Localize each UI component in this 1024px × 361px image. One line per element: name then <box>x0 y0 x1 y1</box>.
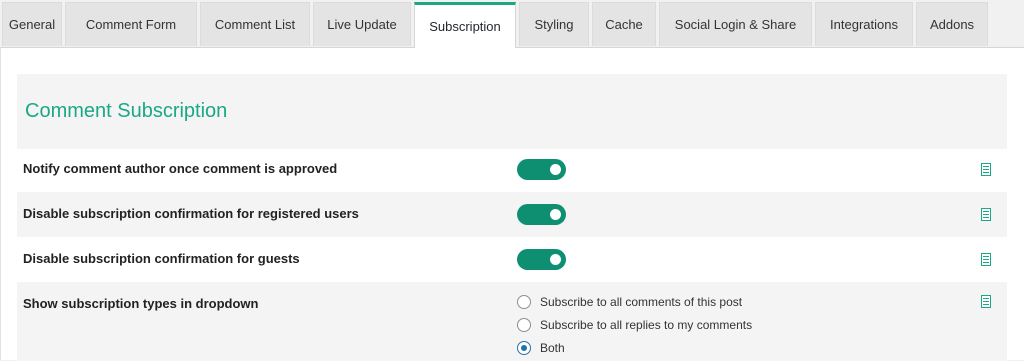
radio-option-both[interactable]: Both <box>517 338 817 358</box>
notify-author-toggle[interactable] <box>517 159 566 180</box>
radio-option-replies[interactable]: Subscribe to all replies to my comments <box>517 315 817 335</box>
setting-label: Disable subscription confirmation for re… <box>23 206 359 221</box>
radio-label: Subscribe to all comments of this post <box>540 295 743 309</box>
doc-icon[interactable] <box>981 163 991 176</box>
tab-addons[interactable]: Addons <box>916 2 988 46</box>
setting-row-notify-author: Notify comment author once comment is ap… <box>17 147 1007 192</box>
setting-label: Disable subscription confirmation for gu… <box>23 251 300 266</box>
tab-social-login-share[interactable]: Social Login & Share <box>659 2 812 46</box>
section-header: Comment Subscription <box>17 74 1007 149</box>
settings-panel: Comment Subscription Notify comment auth… <box>0 47 1024 361</box>
radio-option-all-comments[interactable]: Subscribe to all comments of this post <box>517 292 817 312</box>
radio-button[interactable] <box>517 295 531 309</box>
setting-row-disable-confirm-registered: Disable subscription confirmation for re… <box>17 192 1007 237</box>
tab-cache[interactable]: Cache <box>592 2 656 46</box>
tab-comment-form[interactable]: Comment Form <box>65 2 197 46</box>
tab-live-update[interactable]: Live Update <box>313 2 411 46</box>
disable-confirm-guests-toggle[interactable] <box>517 249 566 270</box>
tab-styling[interactable]: Styling <box>519 2 589 46</box>
toggle-knob <box>550 254 561 265</box>
doc-icon[interactable] <box>981 253 991 266</box>
tab-comment-list[interactable]: Comment List <box>200 2 310 46</box>
toggle-knob <box>550 209 561 220</box>
setting-label: Notify comment author once comment is ap… <box>23 161 338 176</box>
radio-button[interactable] <box>517 318 531 332</box>
setting-row-subscription-types: Show subscription types in dropdown Subs… <box>17 282 1007 361</box>
settings-tab-bar: General Comment Form Comment List Live U… <box>0 0 1024 48</box>
radio-button[interactable] <box>517 341 531 355</box>
tab-subscription[interactable]: Subscription <box>414 2 516 48</box>
tab-integrations[interactable]: Integrations <box>815 2 913 46</box>
radio-label: Both <box>540 341 565 355</box>
setting-label: Show subscription types in dropdown <box>23 296 259 311</box>
tab-general[interactable]: General <box>2 2 62 46</box>
section-title: Comment Subscription <box>25 100 228 122</box>
setting-row-disable-confirm-guests: Disable subscription confirmation for gu… <box>17 237 1007 282</box>
doc-icon[interactable] <box>981 295 991 308</box>
doc-icon[interactable] <box>981 208 991 221</box>
disable-confirm-registered-toggle[interactable] <box>517 204 566 225</box>
radio-label: Subscribe to all replies to my comments <box>540 318 753 332</box>
toggle-knob <box>550 164 561 175</box>
